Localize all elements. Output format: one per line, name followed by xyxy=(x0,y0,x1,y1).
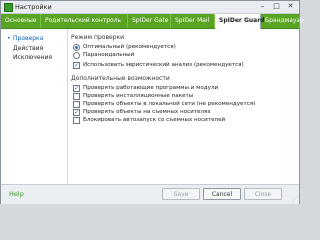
extra-title: Дополнительные возможности xyxy=(71,75,170,82)
tab-spider-guard[interactable]: SpIDer Guard xyxy=(215,14,264,29)
radio-on-icon xyxy=(73,44,80,51)
sidebar-item-scan[interactable]: • Проверка xyxy=(7,35,43,43)
save-button[interactable]: Save xyxy=(162,188,200,200)
maximize-button[interactable]: □ xyxy=(270,2,283,11)
tab-spider-gate[interactable]: SpIDer Gate xyxy=(128,14,171,28)
footer-bar: Help Save Cancel Close ⋰ xyxy=(1,184,299,204)
sidebar-item-label: Проверка xyxy=(13,35,44,42)
tab-parental-control[interactable]: Родительский контроль xyxy=(41,14,128,28)
minimize-button[interactable]: – xyxy=(256,2,269,11)
tab-firewall[interactable]: Брандмауэр xyxy=(261,14,304,28)
sidebar: • Проверка Действия Исключения xyxy=(1,29,68,184)
sidebar-item-actions[interactable]: Действия xyxy=(13,45,43,53)
checkbox-empty-icon xyxy=(73,117,80,124)
app-icon xyxy=(4,3,13,12)
window-title: Настройки xyxy=(15,3,52,11)
tab-spider-mail[interactable]: SpIDer Mail xyxy=(171,14,215,28)
sidebar-item-exclusions[interactable]: Исключения xyxy=(13,54,52,62)
checkbox-empty-icon xyxy=(73,93,80,100)
settings-content: Режим проверки Оптимальный (рекомендуетс… xyxy=(71,34,256,124)
checkmark-icon: ✓ xyxy=(73,62,80,69)
close-button[interactable]: Close xyxy=(244,188,282,200)
scan-mode-title: Режим проверки xyxy=(71,34,125,41)
checkmark-icon: ✓ xyxy=(73,109,80,116)
help-link[interactable]: Help xyxy=(9,190,24,198)
cancel-button[interactable]: Cancel xyxy=(203,188,241,200)
settings-window: Настройки – □ ✕ Основные Родительский ко… xyxy=(0,0,304,204)
close-window-button[interactable]: ✕ xyxy=(284,2,297,11)
tab-bar: Основные Родительский контроль SpIDer Ga… xyxy=(1,14,304,29)
checkbox-empty-icon xyxy=(73,101,80,108)
radio-off-icon xyxy=(73,52,80,59)
resize-grip-icon[interactable]: ⋰ xyxy=(292,197,298,203)
checkmark-icon: ✓ xyxy=(73,85,80,92)
tab-general[interactable]: Основные xyxy=(1,14,41,28)
title-bar: Настройки – □ ✕ xyxy=(1,1,299,14)
